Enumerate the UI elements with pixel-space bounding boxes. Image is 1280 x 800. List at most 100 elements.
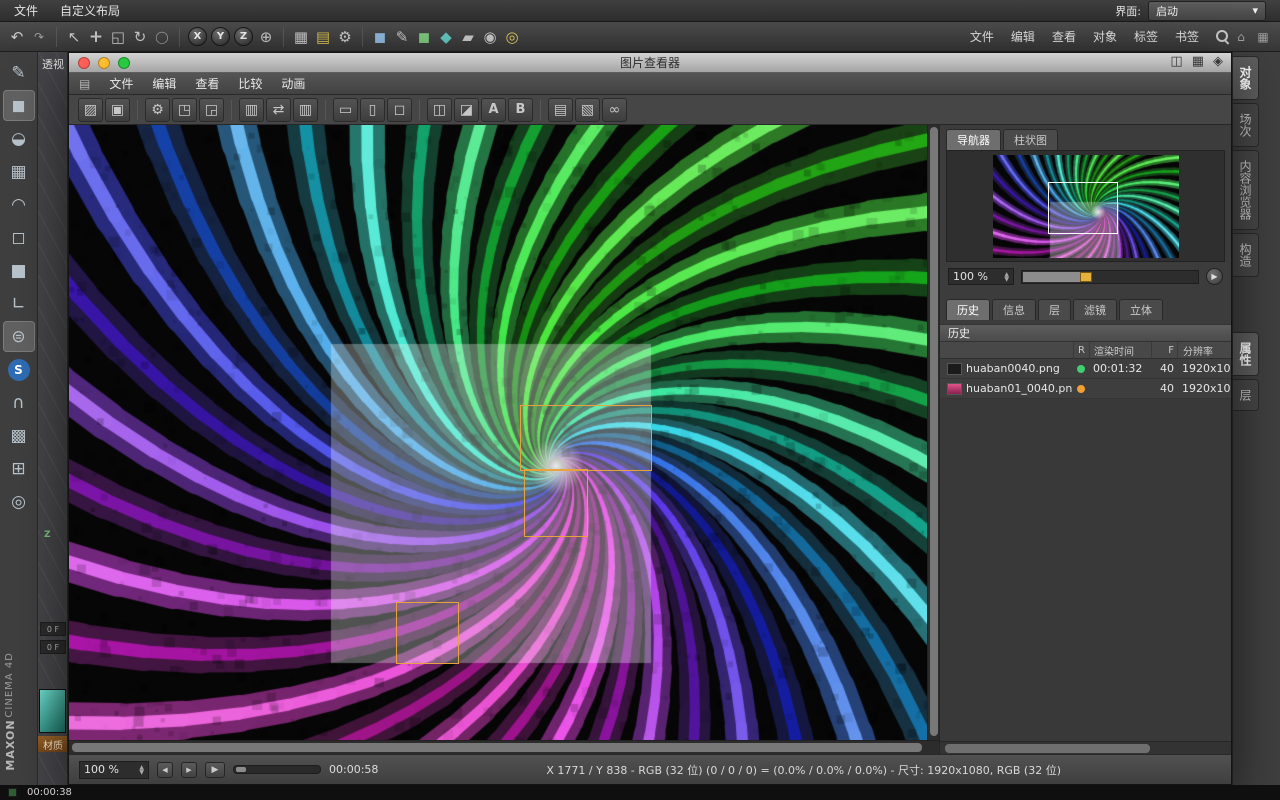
copy-a-icon[interactable]: ◳	[172, 98, 197, 122]
view-single-icon[interactable]: ▭	[333, 98, 358, 122]
viewer-menu-edit[interactable]: 编辑	[152, 75, 176, 92]
window-titlebar[interactable]: 图片查看器 ◫ ▦ ◈	[69, 53, 1231, 73]
render-picture-viewer-icon[interactable]: ▤	[312, 25, 334, 49]
sketch-s-icon[interactable]: S	[3, 354, 35, 385]
col-render-time[interactable]: 渲染时间	[1089, 342, 1151, 358]
spinner-arrows-icon[interactable]: ▲ ▼	[1004, 272, 1009, 282]
material-thumbnail[interactable]	[39, 689, 66, 733]
cube-tool-icon[interactable]: ◼	[3, 90, 35, 121]
workplane-axis-icon[interactable]: ∟	[3, 288, 35, 319]
table-row[interactable]: huaban01_0040.png 40 1920x10	[940, 379, 1231, 399]
environment-icon[interactable]: ▰	[457, 25, 479, 49]
menu-custom-layout[interactable]: 自定义布局	[60, 2, 120, 19]
play-button[interactable]: ▶	[205, 762, 225, 778]
vertical-scroll-thumb[interactable]	[930, 127, 938, 736]
film-a-icon[interactable]: ▤	[548, 98, 573, 122]
set-a-icon[interactable]: A	[481, 98, 506, 122]
step-forward-icon[interactable]: ▶	[181, 762, 197, 778]
deformer-icon[interactable]: ◠	[3, 189, 35, 220]
add-spline-icon[interactable]: ✎	[391, 25, 413, 49]
tab-info[interactable]: 信息	[992, 299, 1036, 320]
zoom-icon[interactable]	[118, 57, 130, 69]
panel-horizontal-scrollbar[interactable]	[940, 741, 1231, 754]
swap-ab-icon[interactable]: ⇄	[266, 98, 291, 122]
home-icon[interactable]: ⌂	[1230, 25, 1252, 49]
render-region-2[interactable]	[524, 469, 588, 537]
axis-z-button[interactable]: Z	[234, 27, 253, 46]
tab-filter[interactable]: 滤镜	[1073, 299, 1117, 320]
view-fit-icon[interactable]: ◻	[387, 98, 412, 122]
coordinate-system-icon[interactable]: ⊕	[255, 25, 277, 49]
rendered-image[interactable]	[69, 125, 927, 740]
navigator-view-rect[interactable]	[1048, 182, 1118, 234]
panel-scroll-thumb[interactable]	[945, 744, 1150, 753]
select-tool-icon[interactable]: ↖	[63, 25, 85, 49]
folder-b-icon[interactable]: ▥	[293, 98, 318, 122]
tab-navigator[interactable]: 导航器	[946, 129, 1001, 150]
compare-split-icon[interactable]: ◪	[454, 98, 479, 122]
tab-histogram[interactable]: 柱状图	[1003, 129, 1058, 150]
viewer-menu-animate[interactable]: 动画	[281, 75, 305, 92]
magnet-icon[interactable]: ∩	[3, 387, 35, 418]
open-file-icon[interactable]: ▨	[78, 98, 103, 122]
rotate-tool-icon[interactable]: ↻	[129, 25, 151, 49]
cube-b-icon[interactable]: ◻	[3, 222, 35, 253]
col-r[interactable]: R	[1073, 342, 1089, 358]
redo-icon[interactable]: ↷	[28, 25, 50, 49]
detach-icon[interactable]: ◈	[1213, 54, 1223, 69]
horizontal-scrollbar[interactable]	[69, 740, 939, 754]
tab-layer[interactable]: 层	[1038, 299, 1071, 320]
menu-file[interactable]: 文件	[14, 2, 38, 19]
table-row[interactable]: huaban0040.png 00:01:32 40 1920x10	[940, 359, 1231, 379]
tab-objects[interactable]: 对象	[1233, 56, 1259, 100]
add-cube-icon[interactable]: ◼	[369, 25, 391, 49]
viewer-menu-compare[interactable]: 比较	[238, 75, 262, 92]
col-resolution[interactable]: 分辨率	[1177, 342, 1231, 358]
tab-history[interactable]: 历史	[946, 299, 990, 320]
status-zoom-select[interactable]: 100 % ▲ ▼	[79, 761, 149, 779]
om-menu-file[interactable]: 文件	[970, 28, 994, 45]
zoom-apply-button[interactable]: ▶	[1206, 268, 1223, 285]
navigator-preview[interactable]	[946, 150, 1225, 262]
tab-stereo[interactable]: 立体	[1119, 299, 1163, 320]
folder-a-icon[interactable]: ▥	[239, 98, 264, 122]
om-menu-view[interactable]: 查看	[1052, 28, 1076, 45]
render-region-1[interactable]	[520, 405, 652, 471]
save-file-icon[interactable]: ▣	[105, 98, 130, 122]
set-b-icon[interactable]: B	[508, 98, 533, 122]
spinner-arrows-icon[interactable]: ▲ ▼	[139, 765, 144, 775]
tab-attributes[interactable]: 属性	[1233, 332, 1259, 376]
material-sphere-icon[interactable]: ◒	[3, 123, 35, 154]
render-settings-icon[interactable]: ⚙	[334, 25, 356, 49]
copy-b-icon[interactable]: ◲	[199, 98, 224, 122]
om-menu-bookmarks[interactable]: 书签	[1175, 28, 1199, 45]
zoom-slider[interactable]	[1021, 270, 1199, 284]
grid-lock-icon[interactable]: ⊞	[3, 453, 35, 484]
light-icon[interactable]: ◎	[501, 25, 523, 49]
mouse-mode-icon[interactable]: ⊜	[3, 321, 35, 352]
progress-thumb[interactable]	[236, 767, 246, 772]
array-icon[interactable]: ▦	[3, 156, 35, 187]
search-icon[interactable]	[1215, 29, 1230, 44]
interface-select[interactable]: 启动 ▾	[1148, 1, 1266, 21]
minimize-icon[interactable]	[98, 57, 110, 69]
coord-field-2[interactable]: 0 F	[40, 640, 66, 654]
om-menu-object[interactable]: 对象	[1093, 28, 1117, 45]
image-viewport[interactable]	[69, 125, 939, 754]
camera-icon[interactable]: ◉	[479, 25, 501, 49]
render-region-3[interactable]	[396, 602, 459, 664]
axis-x-button[interactable]: X	[188, 27, 207, 46]
zoom-slider-knob[interactable]	[1080, 272, 1092, 282]
link-icon[interactable]: ∞	[602, 98, 627, 122]
layout-icon[interactable]: ▦	[1192, 54, 1204, 69]
step-back-icon[interactable]: ◀	[157, 762, 173, 778]
horizontal-scroll-thumb[interactable]	[72, 743, 922, 752]
viewer-menu-view[interactable]: 查看	[195, 75, 219, 92]
coord-field-1[interactable]: 0 F	[40, 622, 66, 636]
undo-icon[interactable]: ↶	[6, 25, 28, 49]
mograph-icon[interactable]: ◼	[413, 25, 435, 49]
om-menu-edit[interactable]: 编辑	[1011, 28, 1035, 45]
spline-pen-icon[interactable]: ✎	[3, 57, 35, 88]
layout-grid-icon[interactable]: ▦	[1252, 25, 1274, 49]
scale-tool-icon[interactable]: ◱	[107, 25, 129, 49]
